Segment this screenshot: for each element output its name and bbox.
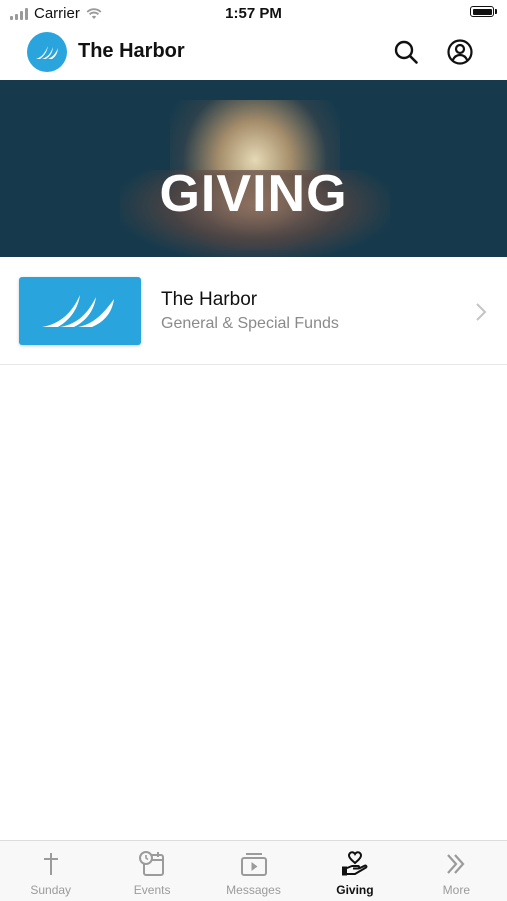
video-play-icon [239,849,269,879]
harbor-logo-icon [27,32,67,72]
tab-events-label: Events [133,883,171,897]
status-time: 1:57 PM [225,5,282,22]
fund-name: The Harbor [161,289,258,310]
tab-more-label: More [442,883,470,897]
fund-list-item[interactable]: The Harbor General & Special Funds [0,258,507,365]
hand-heart-icon [340,849,370,879]
fund-subtitle: General & Special Funds [161,315,339,332]
battery-icon [470,6,497,17]
tab-messages[interactable]: Messages [203,841,304,901]
tab-more[interactable]: More [406,841,507,901]
hero-title: GIVING [159,165,348,223]
status-bar: Carrier 1:57 PM [0,0,507,28]
tab-events[interactable]: Events [101,841,202,901]
tab-sunday-label: Sunday [30,883,72,897]
tab-giving[interactable]: Giving [304,841,405,901]
tab-bar: Sunday Events Messages Giving More [0,840,507,901]
app-title: The Harbor [78,40,185,62]
calendar-clock-icon [137,849,167,879]
tab-giving-label: Giving [336,883,374,897]
chevron-right-icon [475,302,487,327]
tab-messages-label: Messages [226,883,281,897]
search-icon [394,40,418,64]
account-icon [447,39,473,65]
account-button[interactable] [446,38,474,66]
fund-logo-icon [19,277,141,345]
double-chevron-icon [441,849,471,879]
giving-hero-banner: GIVING [0,80,507,257]
search-button[interactable] [392,38,420,66]
app-header: The Harbor [0,28,507,81]
cross-icon [36,849,66,879]
tab-sunday[interactable]: Sunday [0,841,101,901]
